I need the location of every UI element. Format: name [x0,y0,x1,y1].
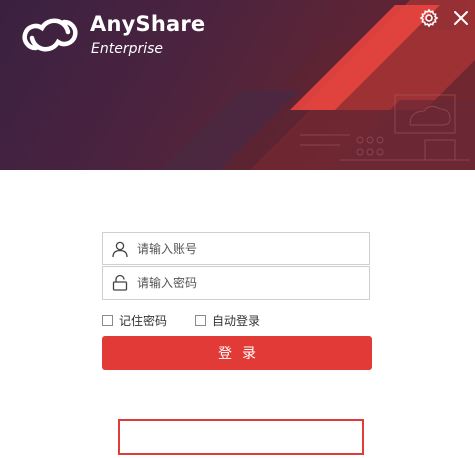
username-field[interactable] [102,232,370,265]
password-input[interactable] [137,267,363,299]
remember-password-box[interactable] [102,314,113,326]
brand-edition: Enterprise [91,41,164,57]
lock-icon [112,274,128,291]
username-input[interactable] [137,233,363,264]
cloud-logo-icon [22,18,78,52]
auto-login-label: 自动登录 [212,313,261,328]
header-banner: AnyShare Enterprise [0,0,475,170]
remember-password-checkbox[interactable]: 记住密码 [102,312,167,328]
auto-login-checkbox[interactable]: 自动登录 [195,312,260,328]
auto-login-box[interactable] [195,314,206,326]
remember-password-label: 记住密码 [119,313,168,328]
login-button[interactable]: 登录 [102,336,372,370]
user-icon [112,241,128,258]
brand-name: AnyShare [90,12,206,36]
password-field[interactable] [102,266,370,300]
close-icon[interactable] [451,8,471,28]
gear-icon[interactable] [419,8,439,28]
highlight-box [118,419,364,455]
